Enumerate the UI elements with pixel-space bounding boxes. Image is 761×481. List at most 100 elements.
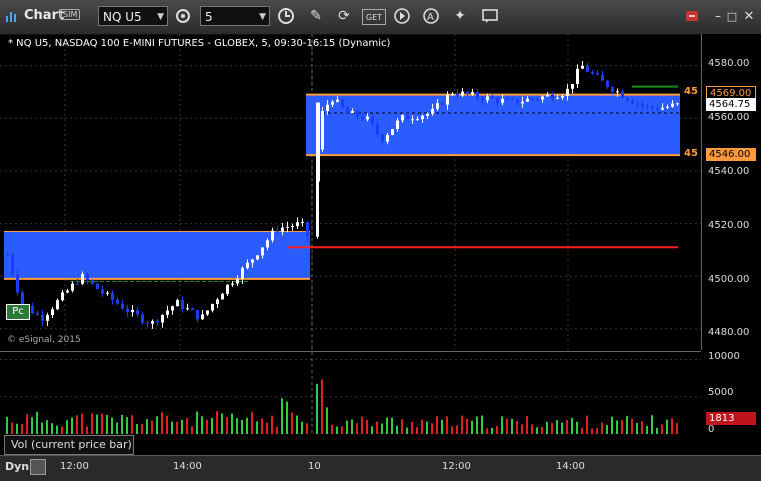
candle [221, 293, 224, 300]
volume-bar [536, 427, 538, 434]
price-chart[interactable] [0, 34, 702, 350]
candle [236, 279, 239, 284]
candle [621, 91, 624, 98]
candle [366, 116, 369, 120]
symbol-input[interactable]: NQ U5 ▼ [98, 6, 168, 26]
volume-bar [66, 420, 68, 434]
candle [101, 289, 104, 294]
get-data-icon[interactable]: GET [362, 9, 386, 25]
candle [661, 107, 664, 110]
volume-bar [451, 426, 453, 434]
symbol-settings-gear-icon[interactable] [173, 6, 193, 26]
volume-bar [461, 415, 463, 434]
volume-bar [551, 422, 553, 434]
price-axis[interactable] [702, 34, 761, 350]
volume-bar [301, 421, 303, 434]
volume-bar [296, 415, 298, 434]
toolbar: Chart SIM NQ U5 ▼ 5 ▼ ✎ ⟳ GET A ✦ – □ ✕ [0, 0, 761, 35]
volume-bar [76, 415, 78, 434]
volume-pane-label[interactable]: Vol (current price bar) [4, 435, 134, 455]
volume-bar [196, 411, 198, 434]
lower-level-tag: 4546.00 [706, 148, 756, 161]
chart-app-icon[interactable] [2, 6, 22, 26]
chevron-down-icon[interactable]: ▼ [157, 7, 164, 27]
volume-bar [626, 415, 628, 434]
candle [456, 93, 459, 96]
volume-chart[interactable] [0, 351, 701, 434]
candle [176, 300, 179, 307]
volume-bar [121, 414, 123, 434]
comment-icon[interactable] [480, 6, 500, 26]
candle [116, 299, 119, 304]
volume-current-tag: 1813 [706, 412, 756, 425]
volume-bar [176, 421, 178, 434]
volume-bar [271, 415, 273, 434]
volume-bar [16, 423, 18, 434]
candle [406, 114, 409, 120]
candle [581, 65, 584, 69]
candle [416, 119, 419, 121]
candle [666, 106, 669, 108]
volume-bar [61, 426, 63, 434]
candle [21, 292, 24, 305]
candle [11, 255, 14, 275]
volume-bar [71, 417, 73, 434]
price-tick-label: 4520.00 [708, 220, 750, 231]
candle [261, 247, 264, 256]
link-icon[interactable] [682, 6, 702, 26]
draw-pencil-icon[interactable]: ✎ [306, 6, 326, 26]
candle [31, 306, 34, 314]
alert-icon[interactable]: A [421, 6, 441, 26]
candle [81, 274, 84, 284]
volume-bar [476, 416, 478, 434]
interval-input[interactable]: 5 ▼ [200, 6, 270, 26]
volume-bar [126, 416, 128, 434]
volume-bar [21, 424, 23, 434]
candle [616, 91, 619, 93]
time-tick-label: 12:00 [442, 461, 471, 472]
tools-icon[interactable]: ✦ [450, 6, 470, 26]
play-icon[interactable] [392, 6, 412, 26]
candle [61, 292, 64, 301]
volume-bar [431, 423, 433, 434]
candle [626, 97, 629, 101]
volume-bar [206, 419, 208, 434]
clock-icon[interactable] [276, 6, 296, 26]
chevron-down-icon[interactable]: ▼ [259, 7, 266, 27]
volume-bar [326, 407, 328, 434]
lock-icon[interactable] [30, 459, 46, 475]
volume-bar [401, 419, 403, 434]
candle [246, 262, 249, 269]
volume-bar [661, 424, 663, 434]
candle [646, 105, 649, 107]
volume-bar [511, 418, 513, 434]
volume-bar [596, 428, 598, 434]
candle [506, 98, 509, 100]
volume-bar [676, 423, 678, 434]
candle [86, 274, 89, 281]
candle [441, 103, 444, 105]
volume-bar [426, 421, 428, 434]
candle [546, 94, 549, 97]
prev-close-tag[interactable]: Pc [6, 304, 30, 320]
candle [396, 120, 399, 130]
candle [521, 101, 524, 104]
candle [376, 124, 379, 135]
volume-bar [556, 420, 558, 434]
volume-bar [396, 425, 398, 434]
refresh-icon[interactable]: ⟳ [334, 6, 354, 26]
volume-bar [436, 416, 438, 434]
volume-bar [376, 421, 378, 434]
candle [201, 314, 204, 320]
candle [171, 306, 174, 311]
candle [51, 309, 54, 316]
candle [191, 308, 194, 311]
upper-level-clipped-label: 45 [684, 86, 698, 97]
volume-bar [636, 422, 638, 434]
close-button[interactable]: ✕ [739, 6, 759, 26]
time-axis[interactable]: Dyn [0, 455, 761, 481]
volume-bar [336, 426, 338, 434]
price-tick-label: 4560.00 [708, 112, 750, 123]
volume-bar [116, 422, 118, 434]
candle [436, 103, 439, 109]
